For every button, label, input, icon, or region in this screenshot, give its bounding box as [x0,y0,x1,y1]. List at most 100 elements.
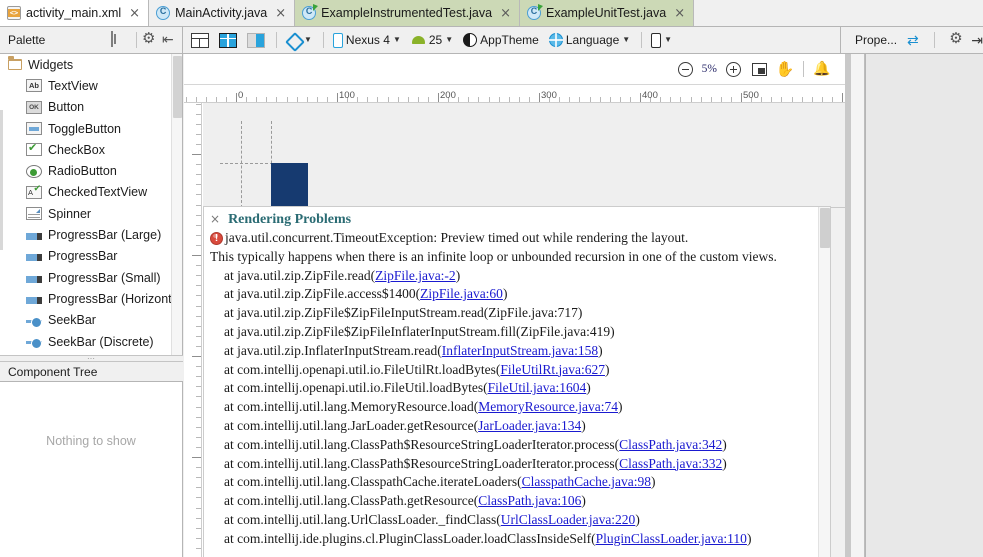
palette-scrollbar[interactable] [171,54,182,355]
device-frame[interactable] [203,103,865,208]
stack-trace-link[interactable]: FileUtilRt.java:627 [500,362,605,377]
tab-close-icon[interactable]: × [129,7,140,20]
palette-item-progressbar[interactable]: ProgressBar [0,246,182,267]
collapse-right-icon[interactable]: ⇥ [971,33,983,47]
pan-button[interactable]: ✋ [774,58,796,80]
divider [322,32,324,48]
stack-trace-link[interactable]: InflaterInputStream.java:158 [442,343,598,358]
stack-trace-text: at com.intellij.util.lang.JarLoader.getR… [224,417,479,433]
properties-panel[interactable] [865,54,983,557]
component-tree-panel[interactable]: Nothing to show [0,382,183,557]
stack-trace-link[interactable]: ClassPath.java:332 [619,456,722,471]
notifications-button[interactable]: 🔔 [811,58,833,80]
palette-item-radiobutton[interactable]: RadioButton [0,160,182,181]
stack-trace-text: ) [502,286,508,302]
ruler-tick [640,93,641,102]
progressbar-icon [26,275,42,283]
zoom-level-label: 5% [701,63,717,75]
palette-item-checkbox[interactable]: CheckBox [0,139,182,160]
stack-trace-link[interactable]: ZipFile.java:60 [420,286,503,301]
palette-item-progressbar-horizontal[interactable]: ProgressBar (Horizontal) [0,288,182,309]
editor-tab-exampleinstrumentedtest-java[interactable]: ExampleInstrumentedTest.java × [295,0,520,26]
palette-item-label: SeekBar [48,313,96,328]
rendering-problems-scrollbar[interactable] [818,207,830,557]
palette-group-widgets[interactable]: Widgets [0,54,182,75]
palette-panel[interactable]: Widgets Ab TextView OK Button ToggleButt… [0,54,183,355]
api-level-selector[interactable]: 25 ▼ [407,29,457,51]
java-test-class-icon [302,4,319,20]
palette-item-progressbar-small[interactable]: ProgressBar (Small) [0,267,182,288]
ruler-tick [196,477,201,479]
palette-item-label: CheckedTextView [48,185,148,200]
tab-close-icon[interactable]: × [275,7,286,20]
widget-preview-box[interactable] [271,163,308,208]
palette-item-seekbar[interactable]: SeekBar [0,310,182,331]
stack-trace-link[interactable]: PluginClassLoader.java:110 [596,531,747,546]
zoom-to-fit-button[interactable] [748,58,770,80]
phone-icon [651,32,662,48]
palette-item-togglebutton[interactable]: ToggleButton [0,118,182,139]
palette-item-progressbar-large[interactable]: ProgressBar (Large) [0,224,182,245]
ruler-tick [196,345,201,347]
ruler-tick [730,97,732,102]
orientation-button[interactable]: ▼ [282,29,316,51]
ruler-tick [196,123,201,125]
swap-arrows-icon[interactable]: ⇄ [907,33,919,47]
zoom-out-button[interactable] [675,58,697,80]
design-view-mode-button[interactable] [187,29,213,51]
stack-trace-link[interactable]: JarLoader.java:134 [478,418,581,433]
palette-item-seekbar-discrete[interactable]: SeekBar (Discrete) [0,331,182,352]
ruler-tick [196,386,201,388]
stack-trace-link[interactable]: ClassPath.java:106 [478,493,581,508]
ruler-tick [579,97,581,102]
close-icon[interactable]: × [210,213,220,225]
ruler-tick [397,97,399,102]
editor-tab-exampleunittest-java[interactable]: ExampleUnitTest.java × [519,0,695,26]
properties-title: Prope... [855,33,898,47]
blueprint-view-mode-button[interactable] [215,29,241,51]
zoom-in-button[interactable] [722,58,744,80]
stack-trace-link[interactable]: ClassPath.java:342 [619,437,722,452]
ruler-tick [196,335,201,337]
stack-trace-link[interactable]: UrlClassLoader.java:220 [501,512,636,527]
palette-tree-splitter[interactable]: ⋯ [0,354,183,362]
tab-close-icon[interactable]: × [500,7,511,20]
palette-item-spinner[interactable]: Spinner [0,203,182,224]
language-selector[interactable]: Language ▼ [545,29,634,51]
stack-trace-line: at java.util.zip.ZipFile.access$1400(Zip… [224,285,826,304]
stack-trace-text: ) [618,399,623,415]
device-variant-selector[interactable]: ▼ [647,29,676,51]
java-class-icon [156,6,171,20]
palette-item-checkedtextview[interactable]: A CheckedTextView [0,182,182,203]
collapse-panel-icon[interactable]: ⇤ [162,32,178,48]
tab-close-icon[interactable]: × [674,7,685,20]
gear-icon[interactable] [142,32,158,48]
stack-trace-link[interactable]: ZipFile.java:-2 [375,268,456,283]
stack-trace-link[interactable]: MemoryResource.java:74 [478,399,618,414]
copy-icon[interactable] [111,31,127,48]
theme-selector[interactable]: AppTheme [459,29,543,51]
editor-tab-mainactivity-java[interactable]: MainActivity.java × [149,0,296,26]
stack-trace-link[interactable]: ClasspathCache.java:98 [522,474,651,489]
palette-scrollbar-thumb[interactable] [173,56,182,118]
rendering-problems-panel: × Rendering Problems java.util.concurren… [203,206,831,557]
both-view-mode-button[interactable] [243,29,269,51]
editor-tab-activity-main-xml[interactable]: activity_main.xml × [0,0,150,26]
rendering-problems-scrollbar-thumb[interactable] [820,208,830,248]
palette-item-button[interactable]: OK Button [0,97,182,118]
stack-trace-line: at com.intellij.util.lang.ClasspathCache… [224,473,826,492]
rendering-problems-title: Rendering Problems [228,212,352,227]
ruler-tick [670,97,672,102]
ruler-tick [196,547,201,549]
ruler-tick [196,234,201,236]
ruler-tick [196,103,201,105]
device-selector[interactable]: Nexus 4 ▼ [329,29,405,51]
ruler-label: 400 [642,90,658,101]
stack-trace-text: at com.intellij.ide.plugins.cl.PluginCla… [224,530,596,546]
stack-trace-text: at com.intellij.util.lang.MemoryResource… [224,399,479,415]
gear-icon[interactable] [949,32,957,48]
stack-trace-link[interactable]: FileUtil.java:1604 [488,380,587,395]
layout-guide-vertical [241,121,242,208]
stack-trace-line: at com.intellij.util.lang.ClassPath$Reso… [224,436,826,455]
palette-item-textview[interactable]: Ab TextView [0,75,182,96]
